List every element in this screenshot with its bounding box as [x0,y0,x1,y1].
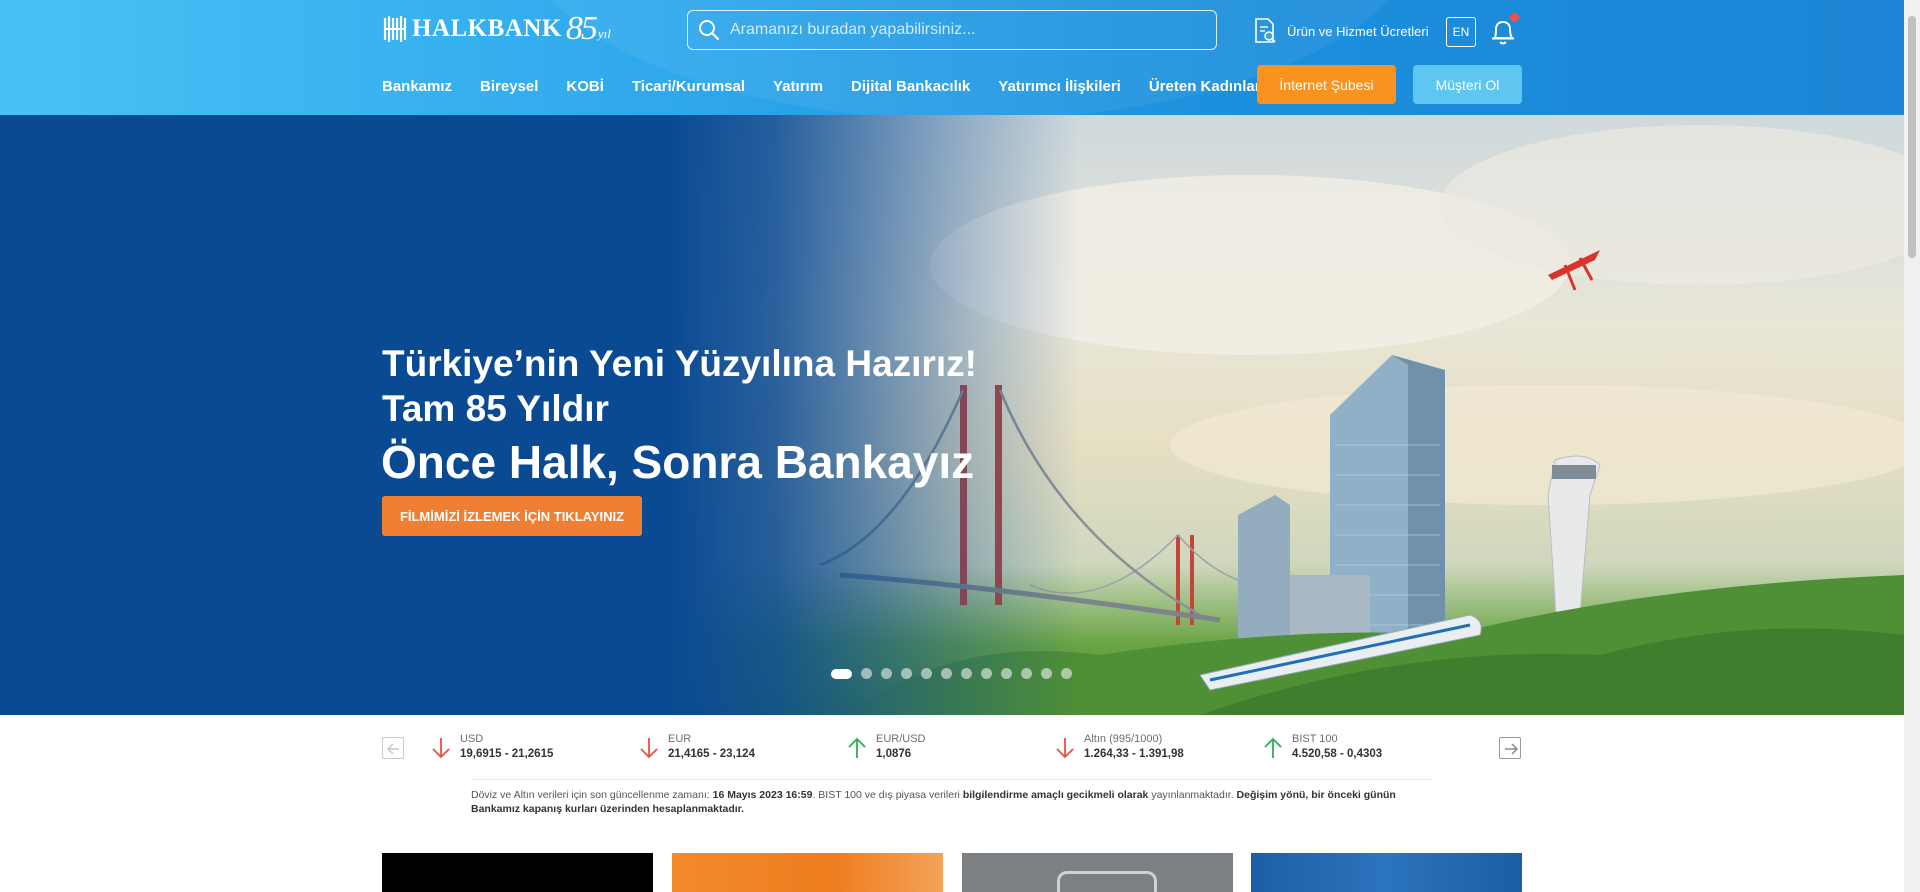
promo-card-4[interactable] [1251,853,1522,892]
logo-brand-text: HALKBANK [412,15,562,42]
slider-dot[interactable] [1021,668,1032,679]
nav-yatirim[interactable]: Yatırım [773,78,823,95]
fees-link-label: Ürün ve Hizmet Ücretleri [1287,23,1429,39]
hero-slider: Türkiye’nin Yeni Yüzyılına Hazırız! Tam … [0,115,1904,715]
slider-dot[interactable] [961,668,972,679]
slider-dot[interactable] [1061,668,1072,679]
ticker-disclaimer: Döviz ve Altın verileri için son güncell… [471,779,1431,816]
slider-dot[interactable] [861,668,872,679]
promo-card-2[interactable] [672,853,943,892]
promo-card-3[interactable] [962,853,1233,892]
nav-ticari-kurumsal[interactable]: Ticari/Kurumsal [632,78,745,95]
scrollbar-thumb[interactable] [1908,16,1916,258]
main-nav: Bankamız Bireysel KOBİ Ticari/Kurumsal Y… [382,66,1289,106]
page-scrollbar[interactable] [1904,0,1920,892]
search-icon [699,20,720,41]
search-input[interactable] [730,21,1190,39]
nav-bankamiz[interactable]: Bankamız [382,78,452,95]
phone-image [1057,871,1157,892]
nav-bireysel[interactable]: Bireysel [480,78,538,95]
slider-dot[interactable] [831,668,852,679]
promo-card-1[interactable] [382,853,653,892]
arrow-up-icon [1264,737,1282,758]
arrow-up-icon [848,737,866,758]
rate-value: 19,6915 - 21,2615 [460,748,554,760]
slider-dot[interactable] [921,668,932,679]
rate-name: Altın (995/1000) [1084,733,1163,745]
hero-headline-3: Önce Halk, Sonra Bankayız [381,436,975,488]
rate-eur-usd: EUR/USD 1,0876 [846,733,926,760]
slider-dot[interactable] [941,668,952,679]
arrow-down-icon [432,738,450,759]
disclaimer-emphasis: bilgilendirme amaçlı gecikmeli olarak [962,789,1149,801]
slider-dot[interactable] [901,668,912,679]
logo-anniversary-word: yıl [597,26,611,41]
rate-value: 1,0876 [876,748,912,760]
rates-ticker: USD 19,6915 - 21,2615 EUR 21,4165 - 23,1… [382,730,1522,780]
become-customer-button[interactable]: Müşteri Ol [1413,65,1522,104]
slider-dot[interactable] [1041,668,1052,679]
nav-ureten-kadinlar[interactable]: Üreten Kadınlar [1149,78,1261,95]
nav-kobi[interactable]: KOBİ [566,78,604,95]
halkbank-mark-icon [383,16,407,42]
disclaimer-text: yayınlanmaktadır. [1148,789,1237,801]
rate-name: EUR/USD [876,733,926,745]
disclaimer-text: . BIST 100 ve dış piyasa verileri [812,789,963,801]
arrow-down-icon [1056,738,1074,759]
logo-anniversary-number: 85 [565,10,598,47]
rate-value: 4.520,58 - 0,4303 [1292,748,1383,760]
rate-value: 1.264,33 - 1.391,98 [1084,748,1184,760]
site-header: HALKBANK 85 yıl Ürün ve Hizmet Ücretleri… [0,0,1904,115]
ticker-next-button[interactable] [1499,737,1521,759]
hero-headline-1: Türkiye’nin Yeni Yüzyılına Hazırız! [382,343,977,384]
slider-dot[interactable] [881,668,892,679]
rate-name: BIST 100 [1292,733,1338,745]
slider-dots [831,668,1081,679]
rate-name: USD [460,733,484,745]
language-button[interactable]: EN [1446,17,1476,47]
page: HALKBANK 85 yıl Ürün ve Hizmet Ücretleri… [0,0,1920,892]
rate-bist100: BIST 100 4.520,58 - 0,4303 [1262,733,1382,760]
rate-value: 21,4165 - 23,124 [668,748,755,760]
rate-eur: EUR 21,4165 - 23,124 [638,733,755,760]
slider-dot[interactable] [981,668,992,679]
rate-usd: USD 19,6915 - 21,2615 [430,733,553,760]
nav-yatirimci-iliskileri[interactable]: Yatırımcı İlişkileri [998,78,1121,95]
nav-dijital-bankacilik[interactable]: Dijital Bankacılık [851,78,970,95]
internet-branch-button[interactable]: İnternet Şubesi [1257,65,1396,104]
rate-gold: Altın (995/1000) 1.264,33 - 1.391,98 [1054,733,1184,760]
halkbank-logo[interactable]: HALKBANK 85 yıl [382,10,611,47]
arrow-right-icon [1505,743,1519,755]
notifications-button[interactable] [1489,13,1519,47]
slider-dot[interactable] [1001,668,1012,679]
hero-headline-2: Tam 85 Yıldır [382,388,609,429]
arrow-down-icon [640,738,658,759]
arrow-left-icon [386,743,399,755]
fees-link[interactable]: Ürün ve Hizmet Ücretleri [1253,17,1429,45]
notification-badge [1510,13,1519,22]
document-search-icon [1255,18,1276,43]
rate-name: EUR [668,733,692,745]
update-timestamp: 16 Mayıs 2023 16:59 [712,789,813,801]
ticker-prev-button[interactable] [382,737,404,759]
search-box[interactable] [687,10,1217,50]
disclaimer-text: Döviz ve Altın verileri için son güncell… [471,789,713,801]
watch-film-button[interactable]: FİLMİMİZİ İZLEMEK İÇİN TIKLAYINIZ [382,496,642,536]
